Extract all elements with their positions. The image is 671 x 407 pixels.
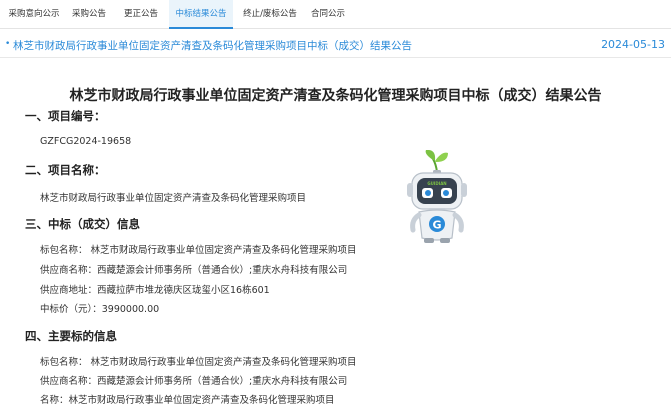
project-number-value: GZFCG2024-19658 [40, 136, 132, 147]
tab-procurement-notice[interactable]: 采购公告 [66, 0, 112, 29]
project-name-value: 林芝市财政局行政事业单位固定资产清查及条码化管理采购项目 [40, 193, 307, 204]
items-supplier-name: 供应商名称：西藏楚源会计师事务所（普通合伙）;重庆水舟科技有限公司 [40, 376, 348, 387]
notice-type-tabs: 采购意向公示 采购公告 更正公告 中标结果公告 终止/废标公告 合同公示 [0, 0, 671, 29]
award-supplier-address: 供应商地址：西藏拉萨市堆龙德庆区珑玺小区16栋601 [40, 285, 270, 296]
items-package-name: 标包名称： 林芝市财政局行政事业单位固定资产清查及条码化管理采购项目 [40, 357, 357, 368]
award-price: 中标价（元）：3990000.00 [40, 304, 160, 315]
tab-contract-notice[interactable]: 合同公示 [305, 0, 351, 29]
tab-correction-notice[interactable]: 更正公告 [116, 0, 166, 29]
tab-award-result[interactable]: 中标结果公告 [169, 0, 233, 29]
section-heading-award-info: 三、中标（成交）信息 [25, 217, 140, 231]
notice-list-item[interactable]: • 林芝市财政局行政事业单位固定资产清查及条码化管理采购项目中标（成交）结果公告… [0, 30, 671, 58]
tab-termination-notice[interactable]: 终止/废标公告 [238, 0, 302, 29]
notice-date: 2024-05-13 [601, 38, 665, 51]
list-bullet-icon: • [5, 39, 11, 49]
svg-text:G: G [432, 219, 441, 232]
robot-mascot-icon: GUIDIAN G [402, 149, 472, 245]
section-heading-main-items: 四、主要标的信息 [25, 329, 117, 343]
section-heading-project-number: 一、项目编号： [25, 109, 106, 123]
tab-procurement-intent[interactable]: 采购意向公示 [6, 0, 62, 29]
items-name: 名称：林芝市财政局行政事业单位固定资产清查及条码化管理采购项目 [40, 395, 335, 406]
section-heading-project-name: 二、项目名称： [25, 163, 106, 177]
award-supplier-name: 供应商名称：西藏楚源会计师事务所（普通合伙）;重庆水舟科技有限公司 [40, 265, 348, 276]
svg-text:GUIDIAN: GUIDIAN [427, 181, 446, 186]
document-title: 林芝市财政局行政事业单位固定资产清查及条码化管理采购项目中标（成交）结果公告 [69, 88, 602, 104]
award-package-name: 标包名称： 林芝市财政局行政事业单位固定资产清查及条码化管理采购项目 [40, 245, 357, 256]
notice-link[interactable]: 林芝市财政局行政事业单位固定资产清查及条码化管理采购项目中标（成交）结果公告 [13, 38, 412, 53]
